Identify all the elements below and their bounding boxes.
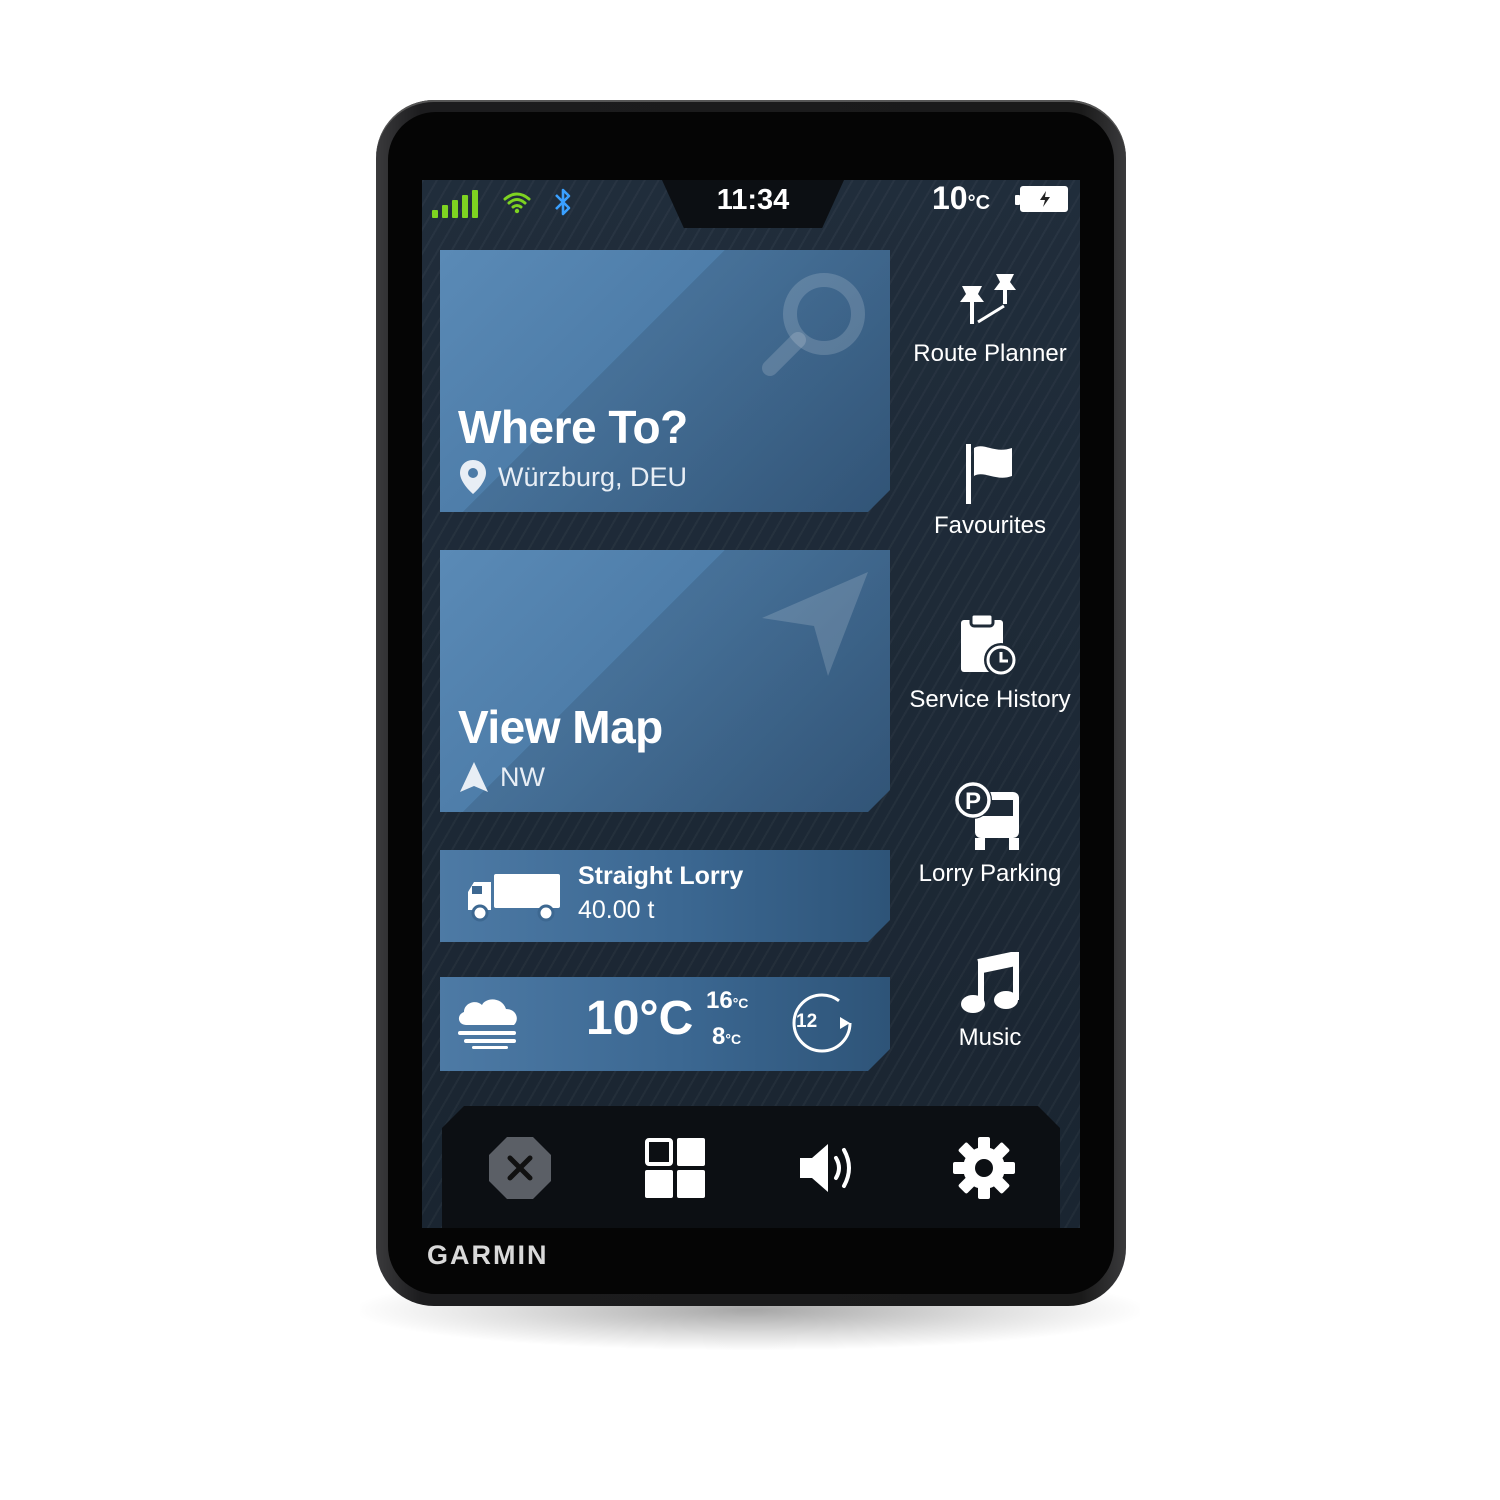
cellular-signal-icon — [432, 188, 484, 218]
music-button[interactable]: Music — [900, 952, 1080, 1052]
view-map-title: View Map — [458, 701, 663, 753]
vehicle-profile-card[interactable]: Straight Lorry 40.00 t — [440, 850, 890, 942]
settings-button[interactable] — [944, 1128, 1024, 1208]
route-planner-label: Route Planner — [913, 340, 1067, 367]
view-map-card[interactable]: View Map NW — [440, 550, 890, 812]
lorry-parking-label: Lorry Parking — [918, 860, 1062, 887]
truck-icon — [466, 872, 562, 922]
bluetooth-icon — [552, 186, 574, 223]
heading-arrow-icon — [458, 760, 490, 794]
volume-button[interactable] — [790, 1128, 870, 1208]
clipboard-clock-icon — [961, 612, 1018, 677]
cloud-fog-icon — [454, 995, 522, 1051]
favourites-button[interactable]: Favourites — [900, 442, 1080, 540]
where-to-location: Würzburg, DEU — [458, 458, 687, 496]
music-note-icon — [961, 952, 1019, 1013]
gear-icon — [953, 1137, 1015, 1199]
music-label: Music — [958, 1024, 1022, 1051]
view-map-heading-text: NW — [500, 761, 545, 792]
pins-route-icon — [960, 274, 1016, 324]
svg-text:P: P — [965, 788, 981, 815]
clock: 11:34 — [716, 184, 790, 216]
route-planner-button[interactable]: Route Planner — [900, 270, 1080, 368]
where-to-card[interactable]: Where To? Würzburg, DEU — [440, 250, 890, 512]
weather-low-temp: 8°C — [712, 1023, 742, 1050]
weather-card[interactable]: 10°C 16°C 8°C 12 — [440, 977, 890, 1071]
apps-button[interactable] — [635, 1128, 715, 1208]
close-icon — [489, 1137, 551, 1199]
weather-low-value: 8 — [712, 1023, 726, 1050]
forecast-button[interactable]: 12 — [790, 991, 854, 1055]
vehicle-name: Straight Lorry — [578, 862, 744, 890]
flag-icon — [966, 444, 1012, 504]
volume-icon — [800, 1144, 851, 1192]
service-history-label: Service History — [909, 686, 1071, 713]
apps-grid-icon — [645, 1138, 705, 1198]
navigation-arrow-icon — [758, 568, 873, 683]
where-to-location-text: Würzburg, DEU — [498, 461, 688, 492]
lorry-parking-button[interactable]: P Lorry Parking — [900, 778, 1080, 888]
status-temperature-unit: °C — [967, 192, 991, 214]
weather-high-value: 16 — [706, 987, 733, 1014]
battery-charging-icon — [1015, 186, 1068, 212]
weather-high-temp: 16°C — [706, 987, 749, 1014]
close-button[interactable] — [480, 1128, 560, 1208]
wifi-icon — [502, 190, 532, 219]
forecast-hours: 12 — [796, 1011, 818, 1032]
brand-logo: GARMIN — [427, 1240, 549, 1270]
service-history-button[interactable]: Service History — [900, 610, 1080, 714]
view-map-heading: NW — [458, 760, 545, 794]
vehicle-weight: 40.00 t — [578, 896, 655, 924]
favourites-label: Favourites — [933, 512, 1047, 539]
status-temperature: 10°C — [932, 180, 990, 217]
screen: 11:34 10°C Where To? Würzburg, DEU View … — [422, 180, 1080, 1228]
where-to-title: Where To? — [458, 401, 688, 453]
search-icon — [758, 264, 878, 384]
truck-parking-icon: P — [954, 781, 1019, 850]
location-pin-icon — [458, 458, 488, 496]
weather-current-temp: 10°C — [586, 992, 694, 1045]
status-temperature-value: 10 — [932, 180, 968, 216]
